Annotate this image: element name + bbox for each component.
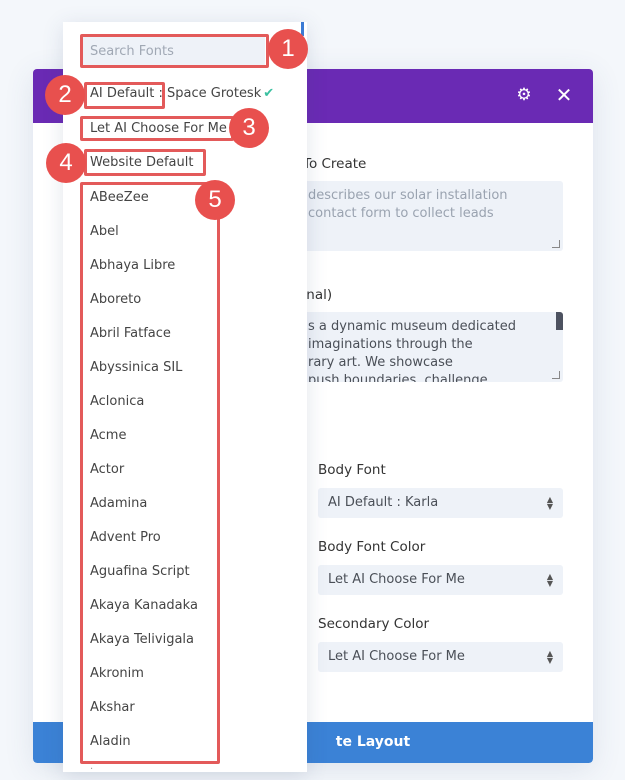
about-textarea[interactable]: s a dynamic museum dedicated imagination…: [298, 312, 563, 382]
body-font-label: Body Font: [318, 462, 386, 478]
describe-placeholder-line: describes our solar installation: [308, 188, 508, 203]
select-arrows-icon: ▲ ▼: [546, 495, 553, 511]
about-text-line: rary art. We showcase: [308, 355, 453, 370]
font-option[interactable]: Aguafina Script: [90, 562, 190, 582]
font-option[interactable]: Akaya Kanadaka: [90, 596, 198, 616]
ai-default-prefix: AI Default :: [90, 86, 163, 101]
option-ai-default[interactable]: AI Default : Space Grotesk ✔: [90, 84, 274, 104]
option-website-default[interactable]: Website Default: [90, 153, 193, 173]
annotation-badge-1: 1: [268, 29, 308, 69]
font-option[interactable]: Acme: [90, 426, 126, 446]
select-arrows-icon: ▲ ▼: [546, 572, 553, 588]
font-option[interactable]: Abel: [90, 222, 119, 242]
font-option[interactable]: Aboreto: [90, 290, 141, 310]
body-font-select[interactable]: AI Default : Karla ▲ ▼: [318, 488, 563, 518]
describe-textarea[interactable]: describes our solar installation contact…: [298, 181, 563, 251]
font-option[interactable]: Actor: [90, 460, 124, 480]
annotation-badge-2: 2: [45, 75, 85, 115]
body-font-color-label: Body Font Color: [318, 539, 426, 555]
resize-handle-icon[interactable]: [552, 371, 560, 379]
body-font-color-select[interactable]: Let AI Choose For Me ▲ ▼: [318, 565, 563, 595]
body-font-value: AI Default : Karla: [328, 495, 439, 510]
describe-placeholder-line: contact form to collect leads: [308, 206, 494, 221]
font-option[interactable]: Abril Fatface: [90, 324, 171, 344]
about-text-line: imaginations through the: [308, 337, 473, 352]
more-fonts-indicator: ·: [90, 764, 94, 772]
option-let-ai-choose[interactable]: Let AI Choose For Me: [90, 119, 227, 139]
resize-handle-icon[interactable]: [552, 240, 560, 248]
font-option[interactable]: Akaya Telivigala: [90, 630, 194, 650]
font-option[interactable]: Abyssinica SIL: [90, 358, 182, 378]
ai-default-font: Space Grotesk: [162, 86, 262, 101]
font-dropdown: AI Default : Space Grotesk✔ Let AI Choos…: [63, 22, 307, 772]
secondary-color-value: Let AI Choose For Me: [328, 649, 465, 664]
font-option[interactable]: Akshar: [90, 698, 135, 718]
annotation-badge-5: 5: [195, 180, 235, 220]
describe-field-label: To Create: [303, 156, 367, 172]
font-option[interactable]: Akronim: [90, 664, 144, 684]
annotation-badge-3: 3: [229, 108, 269, 148]
annotation-badge-4: 4: [46, 143, 86, 183]
select-arrows-icon: ▲ ▼: [546, 649, 553, 665]
font-option[interactable]: Adamina: [90, 494, 147, 514]
font-option[interactable]: ABeeZee: [90, 188, 149, 208]
checkmark-icon: ✔: [263, 86, 275, 101]
font-option[interactable]: Aladin: [90, 732, 131, 752]
font-option[interactable]: Abhaya Libre: [90, 256, 175, 276]
search-fonts-input[interactable]: [82, 36, 265, 66]
secondary-color-label: Secondary Color: [318, 616, 430, 632]
about-text-line: s a dynamic museum dedicated: [308, 319, 516, 334]
font-option[interactable]: Advent Pro: [90, 528, 161, 548]
textarea-scrollbar[interactable]: [556, 312, 563, 330]
close-icon[interactable]: ✕: [554, 85, 574, 105]
body-font-color-value: Let AI Choose For Me: [328, 572, 465, 587]
gear-icon[interactable]: ⚙: [514, 85, 534, 105]
font-option[interactable]: Aclonica: [90, 392, 144, 412]
about-text-line: push boundaries, challenge: [308, 373, 488, 382]
secondary-color-select[interactable]: Let AI Choose For Me ▲ ▼: [318, 642, 563, 672]
